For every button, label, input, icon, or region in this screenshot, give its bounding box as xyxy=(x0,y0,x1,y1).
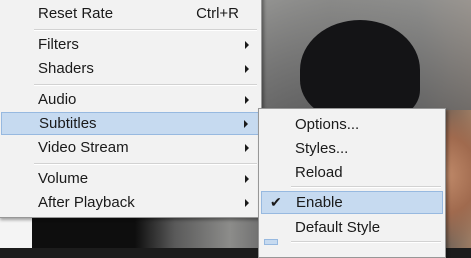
menu-item-volume[interactable]: Volume xyxy=(1,167,259,190)
menu-item-label: Options... xyxy=(295,116,360,133)
menu-separator xyxy=(34,163,257,165)
submenu-arrow-icon xyxy=(245,96,249,104)
context-menu: Reset Rate Ctrl+R Filters Shaders Audio … xyxy=(0,0,262,218)
submenu-item-reload[interactable]: Reload xyxy=(261,161,443,184)
submenu-arrow-icon xyxy=(245,65,249,73)
submenu-arrow-icon xyxy=(245,175,249,183)
menu-item-shaders[interactable]: Shaders xyxy=(1,57,259,80)
checkmark-icon: ✔ xyxy=(270,194,282,210)
menu-item-label: Filters xyxy=(38,36,79,53)
menu-item-label: Audio xyxy=(38,91,77,108)
player-edge xyxy=(0,218,32,248)
submenu-item-default-style[interactable]: Default Style xyxy=(261,216,443,239)
menu-separator xyxy=(34,29,257,31)
submenu-arrow-icon xyxy=(245,41,249,49)
menu-item-label: Video Stream xyxy=(38,139,129,156)
menu-item-filters[interactable]: Filters xyxy=(1,33,259,56)
menu-separator xyxy=(34,84,257,86)
video-subject xyxy=(300,20,420,120)
menu-item-label: Volume xyxy=(38,170,89,187)
submenu-arrow-icon xyxy=(244,120,248,128)
menu-item-label: Styles... xyxy=(295,140,349,157)
partially-visible-item-marker xyxy=(264,239,278,245)
submenu-arrow-icon xyxy=(245,199,249,207)
subtitles-submenu: Options... Styles... Reload ✔ Enable Def… xyxy=(258,108,446,258)
menu-item-video-stream[interactable]: Video Stream xyxy=(1,136,259,159)
menu-separator xyxy=(291,241,441,243)
submenu-item-enable[interactable]: ✔ Enable xyxy=(261,191,443,214)
menu-item-label: Reset Rate xyxy=(38,5,114,22)
menu-item-label: Reload xyxy=(295,164,343,181)
submenu-arrow-icon xyxy=(245,144,249,152)
menu-item-label: Subtitles xyxy=(39,115,97,132)
menu-item-label: Enable xyxy=(296,194,343,211)
menu-item-audio[interactable]: Audio xyxy=(1,88,259,111)
submenu-item-styles[interactable]: Styles... xyxy=(261,137,443,160)
menu-separator xyxy=(291,186,441,188)
menu-item-shortcut: Ctrl+R xyxy=(196,5,239,22)
submenu-item-options[interactable]: Options... xyxy=(261,113,443,136)
menu-item-reset-rate[interactable]: Reset Rate Ctrl+R xyxy=(1,2,259,25)
menu-item-label: Shaders xyxy=(38,60,94,77)
menu-item-after-playback[interactable]: After Playback xyxy=(1,191,259,214)
menu-item-label: After Playback xyxy=(38,194,135,211)
menu-item-subtitles[interactable]: Subtitles xyxy=(1,112,259,135)
menu-item-label: Default Style xyxy=(295,219,381,236)
